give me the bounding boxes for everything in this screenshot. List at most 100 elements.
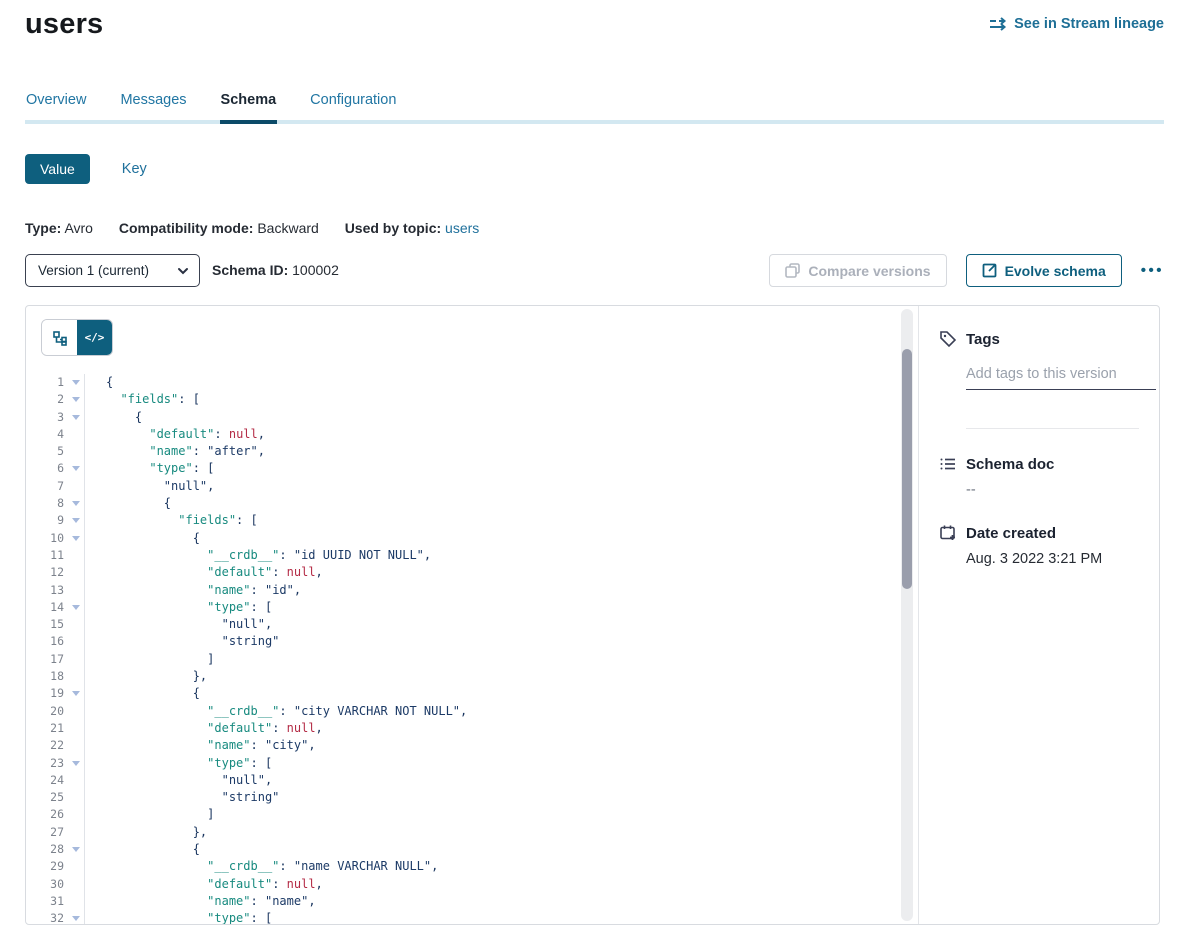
code-text: "__crdb__": "name VARCHAR NULL", xyxy=(85,858,438,875)
fold-arrow-icon[interactable] xyxy=(72,691,80,696)
key-toggle-link[interactable]: Key xyxy=(122,161,147,177)
schema-card: </> 1{2 "fields": [3 {4 "default": null,… xyxy=(25,305,1160,925)
editor-gutter: 27 xyxy=(26,824,85,841)
code-text: "default": null, xyxy=(85,720,323,737)
code-text: "string" xyxy=(85,633,279,650)
editor-gutter: 19 xyxy=(26,685,85,702)
tab-overview[interactable]: Overview xyxy=(25,88,87,124)
fold-column xyxy=(69,737,84,754)
fold-arrow-icon[interactable] xyxy=(72,536,80,541)
evolve-schema-button[interactable]: Evolve schema xyxy=(966,254,1122,287)
editor-gutter: 4 xyxy=(26,426,85,443)
code-text: "type": [ xyxy=(85,910,272,924)
schema-doc-header: Schema doc xyxy=(939,455,1149,473)
code-text: "name": "id", xyxy=(85,582,301,599)
editor-scrollbar-thumb[interactable] xyxy=(902,349,912,589)
code-text: }, xyxy=(85,668,207,685)
fold-arrow-icon[interactable] xyxy=(72,501,80,506)
editor-gutter: 26 xyxy=(26,806,85,823)
code-view-button[interactable]: </> xyxy=(77,320,112,355)
code-text: { xyxy=(85,530,200,547)
date-created-header: Date created xyxy=(939,524,1149,542)
schema-id-label: Schema ID: xyxy=(212,262,288,278)
tab-messages[interactable]: Messages xyxy=(119,88,187,124)
fold-column xyxy=(69,893,84,910)
code-line: 20 "__crdb__": "city VARCHAR NOT NULL", xyxy=(26,703,896,720)
code-line: 26 ] xyxy=(26,806,896,823)
compare-versions-button[interactable]: Compare versions xyxy=(769,254,946,287)
schema-doc-title: Schema doc xyxy=(966,456,1054,473)
page-header: users See in Stream lineage xyxy=(25,8,1164,56)
fold-column xyxy=(69,633,84,650)
editor-gutter: 7 xyxy=(26,478,85,495)
schema-sidebar: Tags Schema doc -- xyxy=(920,306,1159,924)
fold-column xyxy=(69,910,84,924)
add-tags-input[interactable] xyxy=(966,366,1156,390)
code-line: 23 "type": [ xyxy=(26,755,896,772)
schema-meta-row: Type: Avro Compatibility mode: Backward … xyxy=(25,220,501,236)
fold-arrow-icon[interactable] xyxy=(72,397,80,402)
editor-gutter: 11 xyxy=(26,547,85,564)
editor-gutter: 1 xyxy=(26,374,85,391)
code-line: 1{ xyxy=(26,374,896,391)
tab-configuration[interactable]: Configuration xyxy=(309,88,397,124)
more-actions-button[interactable]: ••• xyxy=(1141,262,1164,279)
line-number: 27 xyxy=(26,824,69,841)
code-text: "fields": [ xyxy=(85,512,258,529)
stream-lineage-link[interactable]: See in Stream lineage xyxy=(989,16,1164,32)
editor-gutter: 22 xyxy=(26,737,85,754)
meta-type-label: Type: xyxy=(25,220,61,236)
line-number: 11 xyxy=(26,547,69,564)
fold-column xyxy=(69,564,84,581)
line-number: 25 xyxy=(26,789,69,806)
value-toggle-button[interactable]: Value xyxy=(25,154,90,184)
fold-arrow-icon[interactable] xyxy=(72,916,80,921)
tree-view-button[interactable] xyxy=(42,320,77,355)
code-line: 4 "default": null, xyxy=(26,426,896,443)
code-line: 27 }, xyxy=(26,824,896,841)
editor-gutter: 16 xyxy=(26,633,85,650)
version-select[interactable]: Version 1 (current) xyxy=(25,254,200,287)
code-text: "name": "city", xyxy=(85,737,316,754)
code-text: "default": null, xyxy=(85,426,265,443)
code-text: "type": [ xyxy=(85,599,272,616)
fold-column xyxy=(69,824,84,841)
editor-scrollbar[interactable] xyxy=(901,309,913,921)
topic-link[interactable]: users xyxy=(445,220,479,236)
fold-arrow-icon[interactable] xyxy=(72,380,80,385)
line-number: 29 xyxy=(26,858,69,875)
fold-arrow-icon[interactable] xyxy=(72,605,80,610)
code-text: { xyxy=(85,841,200,858)
code-line: 3 { xyxy=(26,409,896,426)
fold-arrow-icon[interactable] xyxy=(72,415,80,420)
line-number: 7 xyxy=(26,478,69,495)
sidebar-divider xyxy=(966,428,1139,429)
fold-arrow-icon[interactable] xyxy=(72,518,80,523)
fold-column xyxy=(69,703,84,720)
fold-column xyxy=(69,582,84,599)
tag-icon xyxy=(939,330,957,348)
editor-gutter: 2 xyxy=(26,391,85,408)
line-number: 30 xyxy=(26,876,69,893)
stream-lineage-icon xyxy=(989,17,1007,31)
value-key-toggle: Value Key xyxy=(25,154,147,184)
fold-column xyxy=(69,512,84,529)
fold-column xyxy=(69,426,84,443)
line-number: 32 xyxy=(26,910,69,924)
fold-arrow-icon[interactable] xyxy=(72,466,80,471)
code-text: "null", xyxy=(85,616,272,633)
fold-arrow-icon[interactable] xyxy=(72,847,80,852)
tab-schema[interactable]: Schema xyxy=(220,88,278,124)
code-line: 24 "null", xyxy=(26,772,896,789)
tab-bar: Overview Messages Schema Configuration xyxy=(25,88,1164,124)
editor-gutter: 12 xyxy=(26,564,85,581)
editor-gutter: 14 xyxy=(26,599,85,616)
code-text: { xyxy=(85,409,142,426)
fold-arrow-icon[interactable] xyxy=(72,761,80,766)
tags-header: Tags xyxy=(939,330,1149,348)
meta-compatibility: Compatibility mode: Backward xyxy=(119,220,323,236)
editor-gutter: 13 xyxy=(26,582,85,599)
code-line: 31 "name": "name", xyxy=(26,893,896,910)
fold-column xyxy=(69,495,84,512)
line-number: 28 xyxy=(26,841,69,858)
